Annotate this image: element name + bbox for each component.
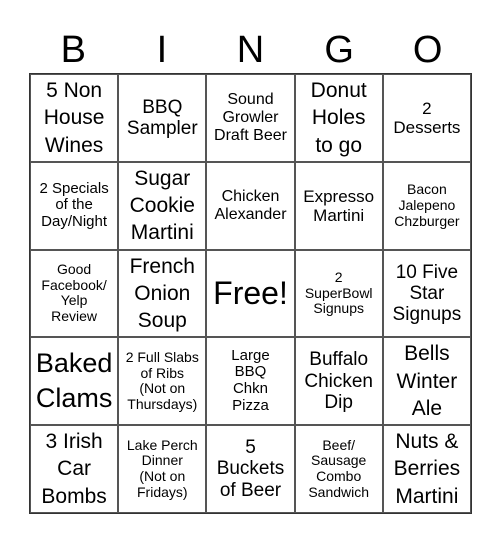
header-letter-i: I: [156, 29, 168, 71]
bingo-cell[interactable]: Nuts & Berries Martini: [382, 425, 471, 513]
bingo-cell[interactable]: Donut Holes to go: [294, 74, 383, 162]
bingo-cell[interactable]: 2 SuperBowl Signups: [294, 249, 383, 338]
header-letter-b: B: [60, 29, 86, 71]
bingo-cell-text: Baked Clams: [35, 348, 113, 414]
bingo-header: B I N G O: [29, 27, 472, 73]
bingo-cell[interactable]: 5 Non House Wines: [30, 74, 119, 162]
bingo-cell-text: Bells Winter Ale: [396, 342, 458, 420]
bingo-cell-text: 2 Specials of the Day/Night: [39, 179, 109, 231]
bingo-cell-text: 3 Irish Car Bombs: [41, 430, 107, 508]
bingo-cell[interactable]: Large BBQ Chkn Pizza: [206, 337, 295, 426]
bingo-cell-text: 2 Full Slabs of Ribs (Not on Thursdays): [125, 348, 199, 412]
bingo-cell[interactable]: 2 Specials of the Day/Night: [30, 161, 119, 250]
bingo-cell[interactable]: Chicken Alexander: [206, 161, 295, 250]
bingo-cell-text: 5 Non House Wines: [43, 78, 105, 157]
bingo-cell[interactable]: 3 Irish Car Bombs: [30, 425, 119, 513]
bingo-cell[interactable]: Bacon Jalepeno Chzburger: [382, 161, 471, 250]
bingo-cell-text: Nuts & Berries Martini: [393, 430, 461, 508]
bingo-cell-text: Buffalo Chicken Dip: [304, 349, 374, 413]
header-letter-n: N: [236, 29, 265, 71]
free-space-cell[interactable]: Free!: [206, 249, 295, 338]
bingo-cell[interactable]: Beef/ Sausage Combo Sandwich: [294, 425, 383, 513]
header-letter-g: G: [324, 29, 354, 71]
bingo-cell[interactable]: French Onion Soup: [118, 249, 207, 338]
bingo-cell[interactable]: Sugar Cookie Martini: [118, 161, 207, 250]
bingo-cell-text: 5 Buckets of Beer: [216, 437, 285, 501]
bingo-cell-text: Chicken Alexander: [214, 187, 287, 223]
bingo-cell[interactable]: 2 Full Slabs of Ribs (Not on Thursdays): [118, 337, 207, 426]
bingo-cell-text: Large BBQ Chkn Pizza: [231, 346, 270, 415]
bingo-cell[interactable]: Bells Winter Ale: [382, 337, 471, 426]
bingo-cell-text: BBQ Sampler: [126, 96, 198, 139]
bingo-cell-text: Bacon Jalepeno Chzburger: [394, 181, 460, 229]
bingo-cell[interactable]: Baked Clams: [30, 337, 119, 426]
bingo-cell-text: Donut Holes to go: [310, 78, 367, 157]
bingo-cell[interactable]: Buffalo Chicken Dip: [294, 337, 383, 426]
bingo-cell-text: 2 Desserts: [393, 98, 461, 137]
bingo-cell-text: Free!: [213, 274, 288, 311]
bingo-cell[interactable]: Sound Growler Draft Beer: [206, 74, 295, 162]
bingo-cell[interactable]: 2 Desserts: [382, 74, 471, 162]
bingo-cell[interactable]: 10 Five Star Signups: [382, 249, 471, 338]
bingo-cell-text: Expresso Martini: [303, 186, 375, 225]
bingo-cell-text: Good Facebook/ Yelp Review: [41, 261, 107, 325]
header-letter-o: O: [412, 29, 443, 71]
bingo-cell-text: Sugar Cookie Martini: [129, 166, 195, 245]
bingo-cell-text: 10 Five Star Signups: [392, 261, 462, 326]
bingo-cell-text: Sound Growler Draft Beer: [214, 91, 287, 144]
bingo-cell-text: Lake Perch Dinner (Not on Fridays): [126, 436, 198, 500]
bingo-cell-text: Beef/ Sausage Combo Sandwich: [308, 436, 370, 500]
bingo-cell[interactable]: Expresso Martini: [294, 161, 383, 250]
bingo-cell[interactable]: BBQ Sampler: [118, 74, 207, 162]
bingo-cell[interactable]: Good Facebook/ Yelp Review: [30, 249, 119, 338]
bingo-cell-text: 2 SuperBowl Signups: [304, 268, 373, 317]
bingo-cell-text: French Onion Soup: [129, 254, 195, 333]
bingo-cell[interactable]: 5 Buckets of Beer: [206, 425, 295, 513]
bingo-cell[interactable]: Lake Perch Dinner (Not on Fridays): [118, 425, 207, 513]
bingo-card-grid: 5 Non House Wines BBQ Sampler Sound Growle…: [29, 73, 472, 514]
